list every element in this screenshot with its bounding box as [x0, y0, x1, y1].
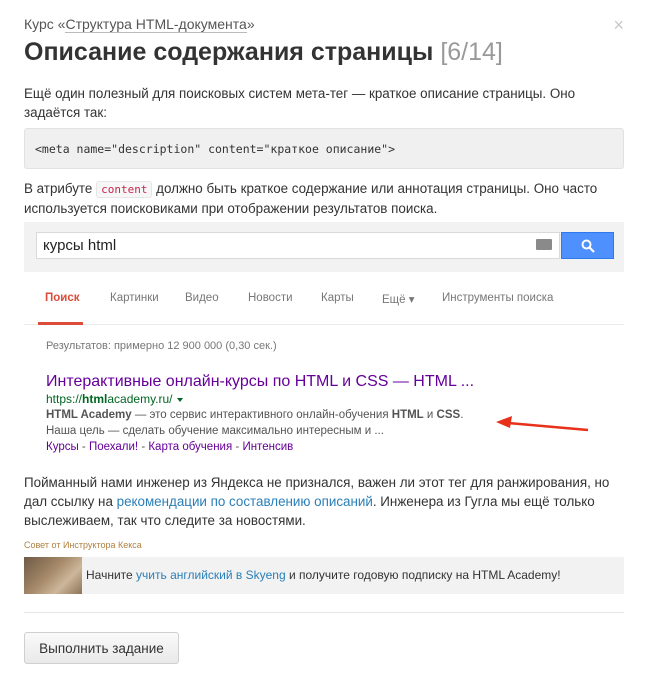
intro-paragraph: Ещё один полезный для поисковых систем м…: [24, 86, 576, 120]
google-tabs: Поиск Картинки Видео Новости Карты Ещё ▾…: [24, 287, 624, 325]
attribute-paragraph: В атрибуте content должно быть краткое с…: [24, 179, 624, 218]
course-suffix: »: [246, 16, 255, 32]
google-search-input[interactable]: курсы html: [36, 232, 560, 259]
results-count: Результатов: примерно 12 900 000 (0,30 с…: [46, 340, 277, 352]
google-search-button[interactable]: [561, 232, 614, 259]
promo-after: и получите годовую подписку на HTML Acad…: [285, 568, 561, 582]
promo-before: Начните: [86, 568, 137, 582]
course-breadcrumb: Курс «Структура HTML-документа»: [24, 16, 255, 33]
promo-text: Начните учить английский в Skyeng и полу…: [86, 568, 561, 582]
sitelink-courses[interactable]: Курсы: [46, 441, 79, 453]
page-title-text: Описание содержания страницы: [24, 38, 434, 66]
page-title: Описание содержания страницы [6/14]: [24, 38, 503, 67]
course-prefix: Курс «: [24, 16, 66, 32]
url-prefix: https://: [46, 392, 83, 406]
complete-task-button[interactable]: Выполнить задание: [24, 632, 179, 664]
sitelink-separator: -: [138, 441, 149, 453]
google-search-bar: курсы html: [24, 222, 624, 272]
active-tab-indicator: [38, 322, 83, 325]
code-sample: <meta name="description" content="кратко…: [24, 128, 624, 169]
sitelink-map[interactable]: Карта обучения: [148, 441, 232, 453]
sitelink-go[interactable]: Поехали!: [89, 441, 138, 453]
url-dropdown-icon[interactable]: [176, 397, 183, 402]
sitelink-intensive[interactable]: Интенсив: [242, 441, 293, 453]
divider: [24, 612, 624, 613]
tab-search-tools[interactable]: Инструменты поиска: [442, 292, 553, 304]
attr-text-before: В атрибуте: [24, 181, 97, 196]
close-icon[interactable]: ×: [613, 16, 624, 34]
result-snippet: HTML Academy — это сервис интерактивного…: [46, 407, 486, 439]
outro-paragraph: Пойманный нами инженер из Яндекса не при…: [24, 473, 624, 530]
inline-code-content: content: [96, 181, 153, 198]
result-title-link[interactable]: Интерактивные онлайн-курсы по HTML и CSS…: [46, 373, 474, 391]
google-results-screenshot: курсы html Поиск Картинки Видео Новости …: [24, 222, 624, 460]
snippet-bold-3: CSS: [436, 409, 461, 421]
sitelink-separator: -: [232, 441, 243, 453]
url-bold: html: [82, 392, 108, 406]
snippet-text-2: и: [423, 409, 437, 421]
promo-banner: Начните учить английский в Skyeng и полу…: [24, 557, 624, 594]
recommendations-link[interactable]: рекомендации по составлению описаний: [117, 494, 373, 509]
red-arrow-icon: [496, 416, 589, 432]
snippet-bold-2: HTML: [391, 409, 424, 421]
tab-images[interactable]: Картинки: [110, 292, 159, 304]
result-url: https://htmlacademy.ru/: [46, 392, 183, 406]
url-suffix: academy.ru/: [107, 392, 173, 406]
tab-video[interactable]: Видео: [185, 292, 219, 304]
instructor-credit: Совет от Инструктора Кекса: [24, 540, 142, 550]
tab-maps[interactable]: Карты: [321, 292, 354, 304]
tab-news[interactable]: Новости: [248, 292, 293, 304]
tab-search[interactable]: Поиск: [45, 292, 80, 304]
course-link[interactable]: Структура HTML-документа: [65, 16, 247, 33]
tab-more[interactable]: Ещё ▾: [382, 292, 415, 306]
cat-photo: [24, 557, 82, 594]
snippet-text-1: — это сервис интерактивного онлайн-обуче…: [131, 409, 392, 421]
snippet-bold-1: HTML Academy: [46, 409, 132, 421]
skyeng-link[interactable]: учить английский в Skyeng: [136, 568, 286, 582]
search-icon: [581, 239, 595, 253]
sitelink-separator: -: [78, 441, 89, 453]
keyboard-icon[interactable]: [536, 239, 552, 250]
result-sitelinks: Курсы - Поехали! - Карта обучения - Инте…: [46, 441, 293, 453]
step-counter: [6/14]: [440, 38, 503, 66]
